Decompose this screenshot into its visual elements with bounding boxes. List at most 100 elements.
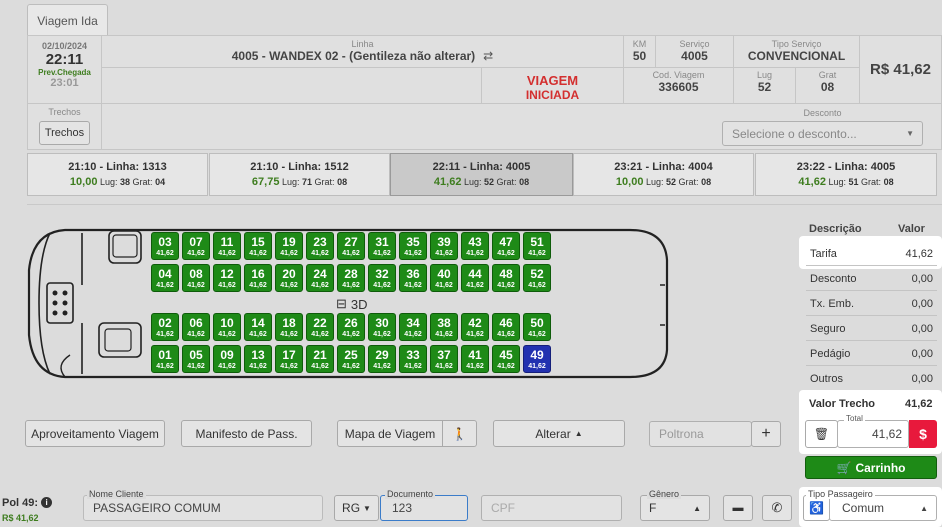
seat-07[interactable]: 07 41,62 (182, 232, 210, 260)
seat-price: 41,62 (497, 363, 515, 370)
manifesto-button[interactable]: Manifesto de Pass. (181, 420, 312, 447)
seat-51[interactable]: 51 41,62 (523, 232, 551, 260)
seat-11[interactable]: 11 41,62 (213, 232, 241, 260)
doc-type-value: RG (342, 501, 361, 515)
seat-48[interactable]: 48 41,62 (492, 264, 520, 292)
carrinho-button[interactable]: 🛒 Carrinho (805, 456, 937, 479)
seat-39[interactable]: 39 41,62 (430, 232, 458, 260)
seat-09[interactable]: 09 41,62 (213, 345, 241, 373)
trash-icon: 🗑 (813, 427, 830, 441)
seat-05[interactable]: 05 41,62 (182, 345, 210, 373)
seat-number: 44 (468, 267, 482, 281)
alterar-button[interactable]: Alterar ▲ (493, 420, 625, 447)
seat-34[interactable]: 34 41,62 (399, 313, 427, 341)
cpf-input[interactable]: CPF (481, 495, 622, 521)
seat-06[interactable]: 06 41,62 (182, 313, 210, 341)
swap-icon[interactable]: ⇄ (483, 49, 493, 63)
seat-10[interactable]: 10 41,62 (213, 313, 241, 341)
seat-number: 41 (468, 348, 482, 362)
seat-33[interactable]: 33 41,62 (399, 345, 427, 373)
seat-price: 41,62 (280, 363, 298, 370)
seat-40[interactable]: 40 41,62 (430, 264, 458, 292)
phone-button[interactable]: ✆ (762, 495, 792, 521)
seat-21[interactable]: 21 41,62 (306, 345, 334, 373)
trip-grat: 08 (519, 177, 530, 187)
mapa-button[interactable]: Mapa de Viagem (337, 420, 443, 447)
pol-label: Pol 49: i (2, 497, 53, 509)
seat-42[interactable]: 42 41,62 (461, 313, 489, 341)
seat-12[interactable]: 12 41,62 (213, 264, 241, 292)
trechos-button[interactable]: Trechos (39, 121, 90, 145)
seat-18[interactable]: 18 41,62 (275, 313, 303, 341)
trash-button[interactable]: 🗑 (805, 420, 838, 448)
trip-option[interactable]: 21:10 - Linha: 1313 10,00 Lug: 38 Grat: 0… (27, 153, 208, 196)
passenger-walk-button[interactable]: 🚶 (442, 420, 477, 447)
seat-price: 41,62 (218, 331, 236, 338)
trip-grat-label: Grat: (314, 177, 335, 187)
trip-option[interactable]: 22:11 - Linha: 4005 41,62 Lug: 52 Grat: 0… (390, 153, 573, 196)
seat-02[interactable]: 02 41,62 (151, 313, 179, 341)
seat-43[interactable]: 43 41,62 (461, 232, 489, 260)
walking-icon: 🚶 (452, 426, 467, 441)
seat-03[interactable]: 03 41,62 (151, 232, 179, 260)
bus-type-button[interactable]: ▬ (723, 495, 753, 521)
seat-08[interactable]: 08 41,62 (182, 264, 210, 292)
desconto-select[interactable]: Selecione o desconto... ▼ (722, 121, 923, 146)
add-poltrona-button[interactable]: + (751, 421, 781, 447)
seat-45[interactable]: 45 41,62 (492, 345, 520, 373)
tab-viagem-ida[interactable]: Viagem Ida (27, 4, 108, 36)
seat-number: 02 (158, 316, 172, 330)
seat-37[interactable]: 37 41,62 (430, 345, 458, 373)
seat-number: 06 (189, 316, 203, 330)
seat-26[interactable]: 26 41,62 (337, 313, 365, 341)
trip-option[interactable]: 23:21 - Linha: 4004 10,00 Lug: 52 Grat: 0… (573, 153, 754, 196)
seat-25[interactable]: 25 41,62 (337, 345, 365, 373)
trip-option[interactable]: 21:10 - Linha: 1512 67,75 Lug: 71 Grat: 0… (209, 153, 390, 196)
trip-stats: 10,00 Lug: 52 Grat: 08 (574, 176, 753, 188)
seat-20[interactable]: 20 41,62 (275, 264, 303, 292)
trip-price: 10,00 (69, 176, 98, 188)
seat-46[interactable]: 46 41,62 (492, 313, 520, 341)
seat-31[interactable]: 31 41,62 (368, 232, 396, 260)
seat-number: 10 (220, 316, 234, 330)
seat-29[interactable]: 29 41,62 (368, 345, 396, 373)
seat-13[interactable]: 13 41,62 (244, 345, 272, 373)
seat-49[interactable]: 49 41,62 (523, 345, 551, 373)
seat-04[interactable]: 04 41,62 (151, 264, 179, 292)
seat-number: 38 (437, 316, 451, 330)
seat-44[interactable]: 44 41,62 (461, 264, 489, 292)
seat-01[interactable]: 01 41,62 (151, 345, 179, 373)
seat-19[interactable]: 19 41,62 (275, 232, 303, 260)
seat-14[interactable]: 14 41,62 (244, 313, 272, 341)
seat-15[interactable]: 15 41,62 (244, 232, 272, 260)
seat-36[interactable]: 36 41,62 (399, 264, 427, 292)
seat-price: 41,62 (435, 331, 453, 338)
seat-27[interactable]: 27 41,62 (337, 232, 365, 260)
seat-17[interactable]: 17 41,62 (275, 345, 303, 373)
seat-41[interactable]: 41 41,62 (461, 345, 489, 373)
aproveitamento-button[interactable]: Aproveitamento Viagem (25, 420, 165, 447)
seat-price: 41,62 (156, 250, 174, 257)
seat-50[interactable]: 50 41,62 (523, 313, 551, 341)
trip-time: 21:10 - Linha: 1313 (68, 161, 167, 173)
seat-30[interactable]: 30 41,62 (368, 313, 396, 341)
seat-price: 41,62 (218, 363, 236, 370)
seat-28[interactable]: 28 41,62 (337, 264, 365, 292)
seat-16[interactable]: 16 41,62 (244, 264, 272, 292)
price-row-label: Pedágio (810, 347, 851, 360)
seat-38[interactable]: 38 41,62 (430, 313, 458, 341)
seat-52[interactable]: 52 41,62 (523, 264, 551, 292)
seat-23[interactable]: 23 41,62 (306, 232, 334, 260)
seat-22[interactable]: 22 41,62 (306, 313, 334, 341)
bus-icon: ⊟ (336, 296, 347, 311)
seat-number: 45 (499, 348, 513, 362)
seat-32[interactable]: 32 41,62 (368, 264, 396, 292)
seat-35[interactable]: 35 41,62 (399, 232, 427, 260)
seat-24[interactable]: 24 41,62 (306, 264, 334, 292)
seat-47[interactable]: 47 41,62 (492, 232, 520, 260)
pay-button[interactable]: $ (909, 420, 937, 448)
info-icon[interactable]: i (41, 497, 53, 508)
doc-type-select[interactable]: RG ▼ (334, 495, 379, 521)
trip-option[interactable]: 23:22 - Linha: 4005 41,62 Lug: 51 Grat: 0… (755, 153, 937, 196)
poltrona-input[interactable]: Poltrona (649, 421, 752, 447)
